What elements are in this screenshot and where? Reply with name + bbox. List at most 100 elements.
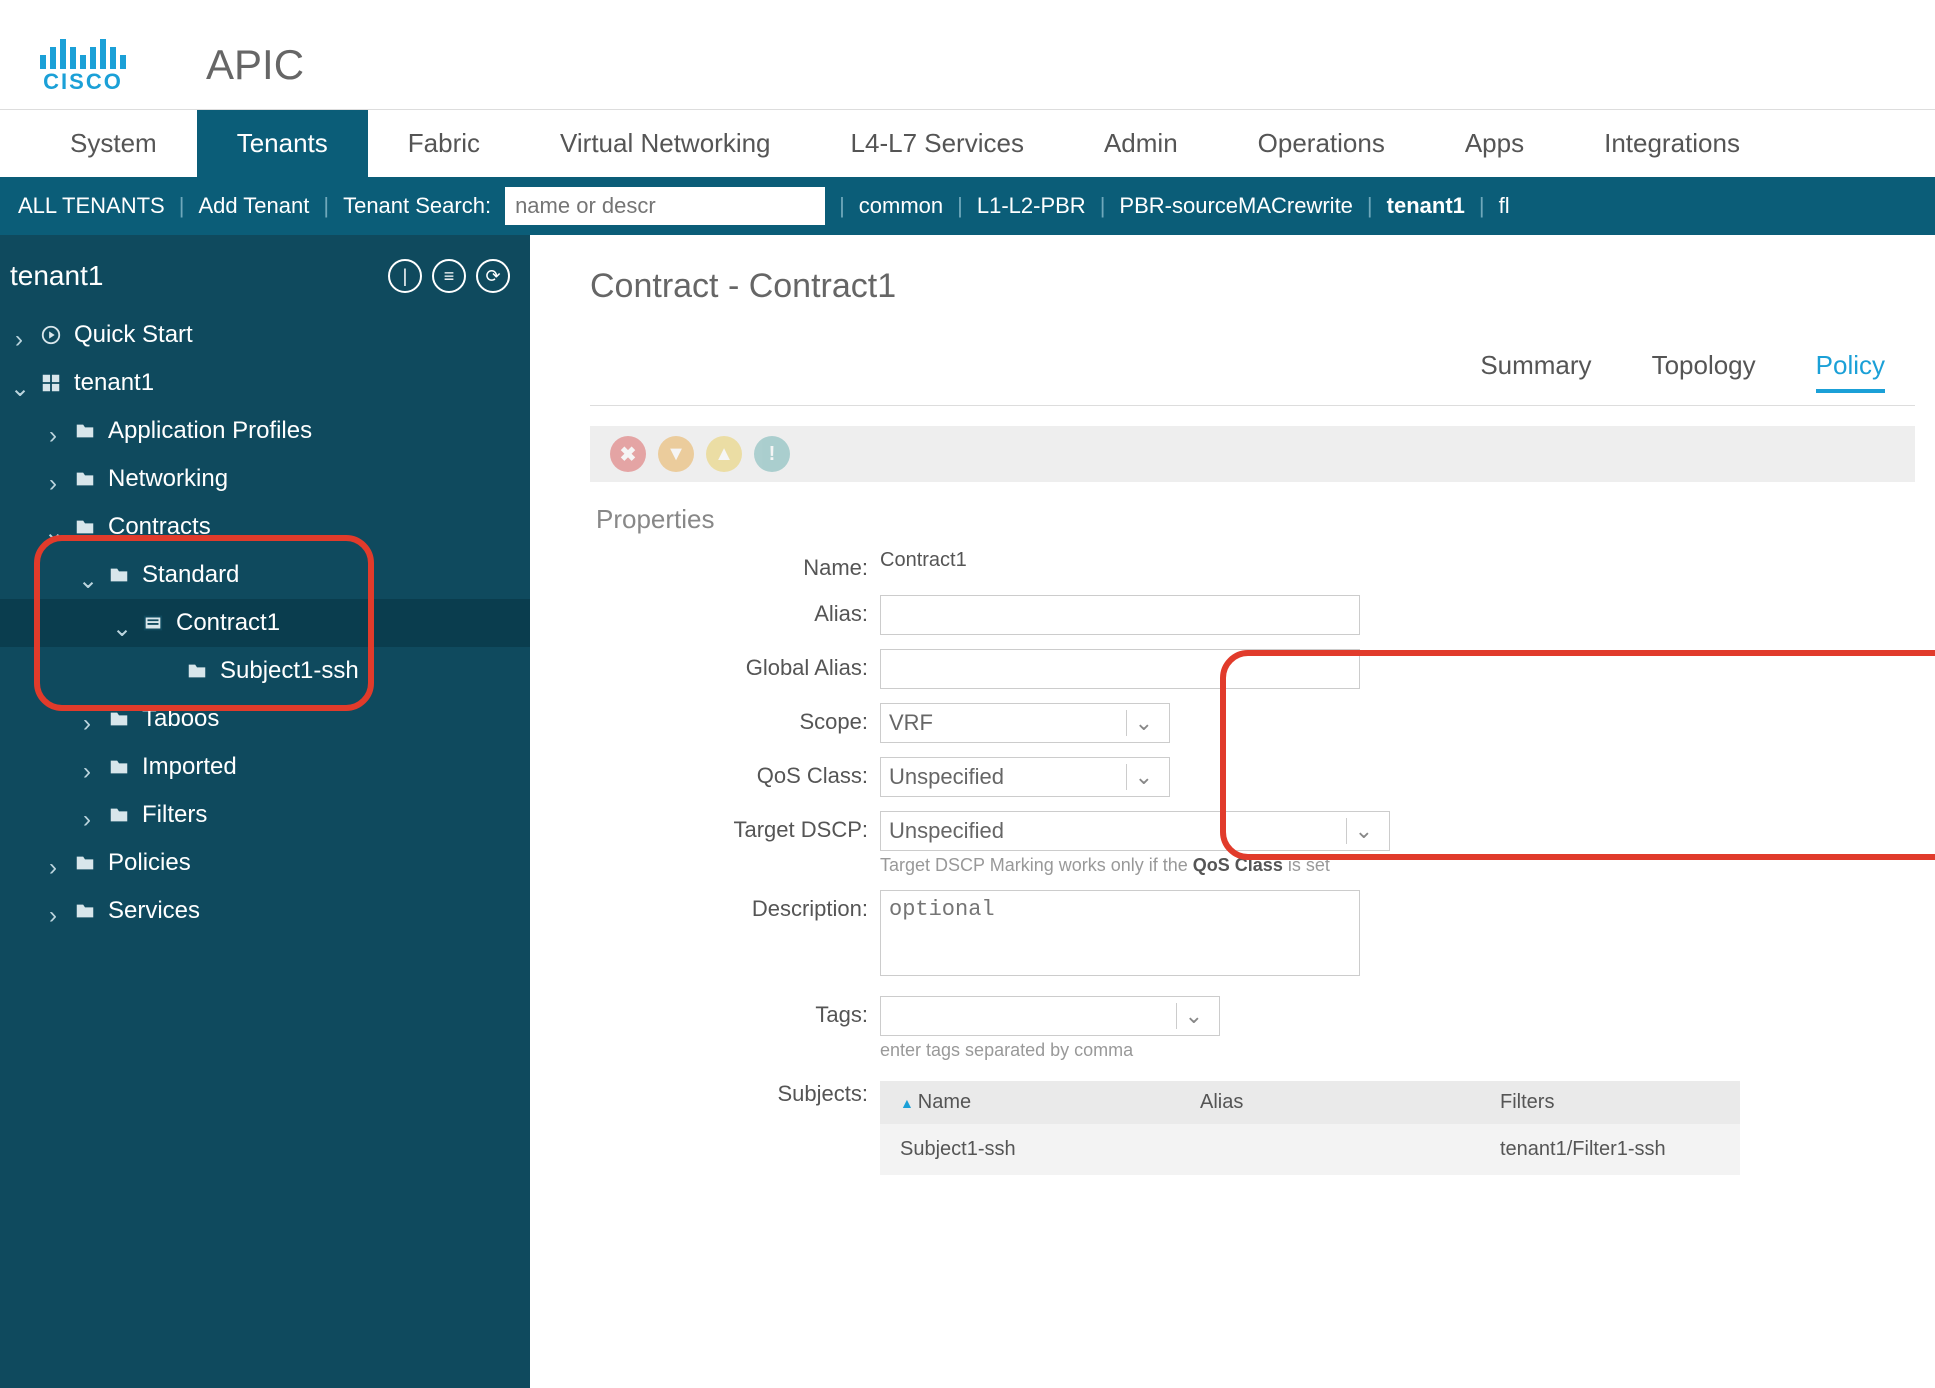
app-header: CISCO APIC bbox=[0, 0, 1935, 110]
fault-bar: ✖ ▼ ▲ ! bbox=[590, 426, 1915, 482]
dscp-note: Target DSCP Marking works only if the Qo… bbox=[880, 855, 1390, 876]
tab-integrations[interactable]: Integrations bbox=[1564, 110, 1780, 177]
tab-system[interactable]: System bbox=[30, 110, 197, 177]
tab-virtual-networking[interactable]: Virtual Networking bbox=[520, 110, 811, 177]
folder-icon bbox=[72, 900, 98, 922]
section-title: Properties bbox=[596, 504, 1915, 535]
sidebar-action-icon[interactable]: ≡ bbox=[432, 259, 466, 293]
folder-icon bbox=[106, 564, 132, 586]
tab-l4l7[interactable]: L4-L7 Services bbox=[811, 110, 1064, 177]
label-qos: QoS Class: bbox=[590, 757, 880, 789]
tenant-link-tenant1[interactable]: tenant1 bbox=[1387, 193, 1465, 219]
sidebar-refresh-icon[interactable]: ⟳ bbox=[476, 259, 510, 293]
label-tags: Tags: bbox=[590, 996, 880, 1028]
app-name: APIC bbox=[206, 41, 304, 89]
ctab-policy[interactable]: Policy bbox=[1816, 350, 1885, 393]
sidebar-item-subject1-ssh[interactable]: Subject1-ssh bbox=[0, 647, 530, 695]
tenant-link-pbrsourcemac[interactable]: PBR-sourceMACrewrite bbox=[1119, 193, 1353, 219]
sidebar-item-policies[interactable]: ›Policies bbox=[0, 839, 530, 887]
sidebar-item-standard[interactable]: ⌄Standard bbox=[0, 551, 530, 599]
fault-critical-icon[interactable]: ✖ bbox=[610, 436, 646, 472]
select-qos-class[interactable]: Unspecified ⌄ bbox=[880, 757, 1170, 797]
tab-apps[interactable]: Apps bbox=[1425, 110, 1564, 177]
fault-warning-icon[interactable]: ! bbox=[754, 436, 790, 472]
sidebar: tenant1 | ≡ ⟳ › Quick Start ⌄ tenant1 › Appli… bbox=[0, 235, 530, 1388]
select-tags[interactable]: ⌄ bbox=[880, 996, 1220, 1036]
caret-icon: › bbox=[78, 758, 96, 776]
sidebar-item-taboos[interactable]: › Taboos bbox=[0, 695, 530, 743]
sidebar-action-icon[interactable]: | bbox=[388, 259, 422, 293]
tenant-link-common[interactable]: common bbox=[859, 193, 943, 219]
sidebar-item-filters[interactable]: ›Filters bbox=[0, 791, 530, 839]
subjects-header: Name Alias Filters bbox=[880, 1081, 1740, 1124]
caret-icon: › bbox=[44, 470, 62, 488]
caret-icon: › bbox=[44, 854, 62, 872]
sidebar-item-label: tenant1 bbox=[74, 369, 154, 397]
tab-fabric[interactable]: Fabric bbox=[368, 110, 520, 177]
sidebar-title: tenant1 bbox=[10, 260, 103, 292]
select-target-dscp[interactable]: Unspecified ⌄ bbox=[880, 811, 1390, 851]
label-description: Description: bbox=[590, 890, 880, 922]
chevron-down-icon: ⌄ bbox=[1126, 764, 1161, 790]
sidebar-item-contract1[interactable]: ⌄ Contract1 bbox=[0, 599, 530, 647]
all-tenants-link[interactable]: ALL TENANTS bbox=[18, 193, 165, 219]
folder-icon bbox=[106, 708, 132, 730]
folder-icon bbox=[72, 516, 98, 538]
sidebar-item-networking[interactable]: › Networking bbox=[0, 455, 530, 503]
sidebar-item-label: Application Profiles bbox=[108, 417, 312, 445]
fault-major-icon[interactable]: ▼ bbox=[658, 436, 694, 472]
caret-icon: › bbox=[78, 710, 96, 728]
select-scope[interactable]: VRF ⌄ bbox=[880, 703, 1170, 743]
sidebar-item-label: Subject1-ssh bbox=[220, 657, 359, 685]
value-name: Contract1 bbox=[880, 549, 967, 571]
subjects-table: Name Alias Filters Subject1-ssh tenant1/… bbox=[880, 1081, 1740, 1175]
chevron-down-icon: ⌄ bbox=[1176, 1003, 1211, 1029]
cell-name: Subject1-ssh bbox=[900, 1138, 1200, 1161]
label-name: Name: bbox=[590, 549, 880, 581]
label-alias: Alias: bbox=[590, 595, 880, 627]
sidebar-item-label: Contracts bbox=[108, 513, 211, 541]
tenant-link-l1l2pbr[interactable]: L1-L2-PBR bbox=[977, 193, 1086, 219]
sidebar-item-tenant1[interactable]: ⌄ tenant1 bbox=[0, 359, 530, 407]
tenant-link-fl[interactable]: fl bbox=[1499, 193, 1510, 219]
label-scope: Scope: bbox=[590, 703, 880, 735]
table-row[interactable]: Subject1-ssh tenant1/Filter1-ssh bbox=[880, 1124, 1740, 1175]
tab-admin[interactable]: Admin bbox=[1064, 110, 1218, 177]
sidebar-item-application-profiles[interactable]: › Application Profiles bbox=[0, 407, 530, 455]
tab-operations[interactable]: Operations bbox=[1218, 110, 1425, 177]
caret-icon: › bbox=[44, 422, 62, 440]
col-name[interactable]: Name bbox=[900, 1091, 1200, 1114]
ctab-topology[interactable]: Topology bbox=[1652, 350, 1756, 393]
brand-text: CISCO bbox=[43, 69, 123, 95]
tab-tenants[interactable]: Tenants bbox=[197, 110, 368, 177]
tenant-search-input[interactable] bbox=[505, 187, 825, 225]
label-dscp: Target DSCP: bbox=[590, 811, 880, 843]
ctab-summary[interactable]: Summary bbox=[1480, 350, 1591, 393]
label-global-alias: Global Alias: bbox=[590, 649, 880, 681]
sidebar-item-label: Networking bbox=[108, 465, 228, 493]
tags-note: enter tags separated by comma bbox=[880, 1040, 1220, 1061]
caret-icon: ⌄ bbox=[10, 374, 28, 392]
sidebar-item-imported[interactable]: ›Imported bbox=[0, 743, 530, 791]
select-qos-value: Unspecified bbox=[889, 764, 1004, 790]
sidebar-item-contracts[interactable]: ⌄Contracts bbox=[0, 503, 530, 551]
col-alias[interactable]: Alias bbox=[1200, 1091, 1500, 1114]
add-tenant-link[interactable]: Add Tenant bbox=[198, 193, 309, 219]
caret-icon: ⌄ bbox=[112, 614, 130, 632]
input-global-alias[interactable] bbox=[880, 649, 1360, 689]
sidebar-item-quick-start[interactable]: › Quick Start bbox=[0, 311, 530, 359]
sidebar-item-label: Quick Start bbox=[74, 321, 193, 349]
sidebar-item-label: Taboos bbox=[142, 705, 219, 733]
col-filters[interactable]: Filters bbox=[1500, 1091, 1740, 1114]
sidebar-item-services[interactable]: ›Services bbox=[0, 887, 530, 935]
folder-icon bbox=[72, 852, 98, 874]
input-description[interactable] bbox=[880, 890, 1360, 976]
fault-minor-icon[interactable]: ▲ bbox=[706, 436, 742, 472]
caret-icon: › bbox=[44, 902, 62, 920]
input-alias[interactable] bbox=[880, 595, 1360, 635]
folder-icon bbox=[72, 420, 98, 442]
caret-icon: › bbox=[10, 326, 28, 344]
tenant-search-label: Tenant Search: bbox=[343, 193, 491, 219]
quick-icon bbox=[38, 324, 64, 346]
sidebar-item-label: Contract1 bbox=[176, 609, 280, 637]
